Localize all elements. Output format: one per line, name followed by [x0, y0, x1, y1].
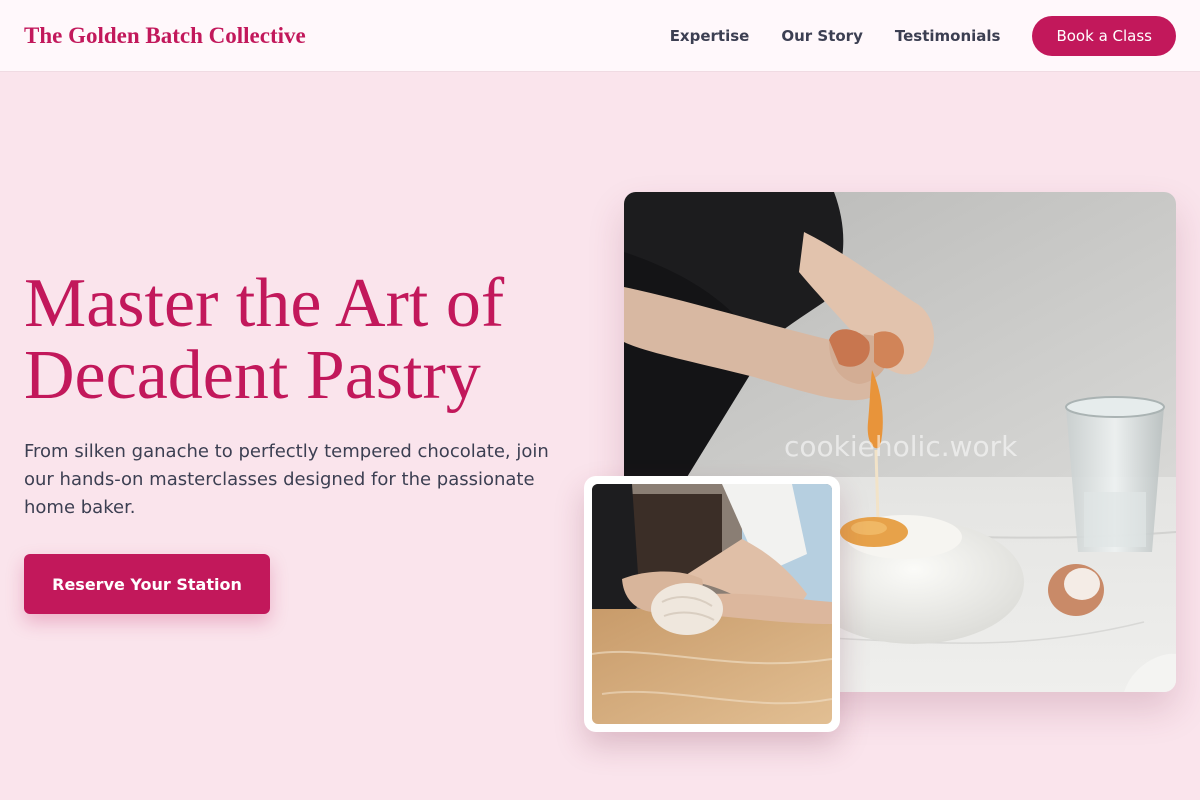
hero-title-line-2: Decadent Pastry [24, 337, 481, 414]
nav-link-our-story[interactable]: Our Story [781, 27, 863, 45]
inset-photo-dough [592, 484, 832, 724]
book-class-button[interactable]: Book a Class [1032, 15, 1176, 56]
hero-title: Master the Art of Decadent Pastry [24, 268, 584, 412]
inset-photo-frame [584, 476, 840, 732]
main-nav: Expertise Our Story Testimonials Book a … [670, 15, 1176, 56]
site-header: The Golden Batch Collective Expertise Ou… [0, 0, 1200, 72]
site-logo[interactable]: The Golden Batch Collective [24, 23, 306, 49]
watermark-text: cookieholic.work [784, 430, 1018, 463]
reserve-station-button[interactable]: Reserve Your Station [24, 554, 270, 614]
hero-title-line-1: Master the Art of [24, 265, 505, 342]
hero-subtitle: From silken ganache to perfectly tempere… [24, 441, 549, 518]
nav-link-expertise[interactable]: Expertise [670, 27, 750, 45]
nav-link-testimonials[interactable]: Testimonials [895, 27, 1001, 45]
